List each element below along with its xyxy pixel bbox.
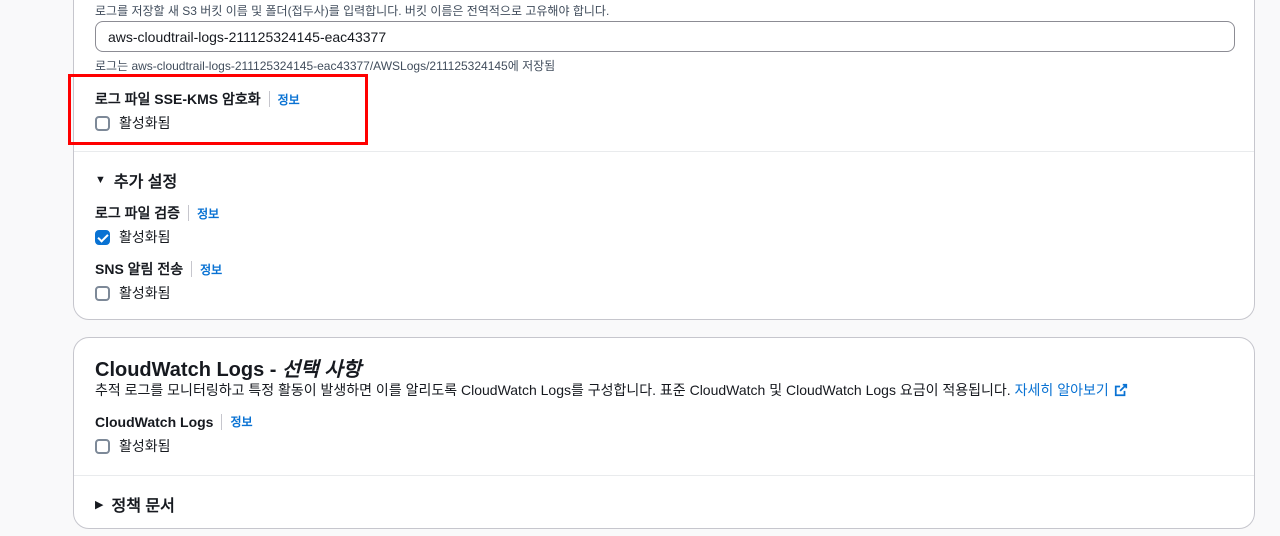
sns-label: SNS 알림 전송 bbox=[95, 261, 184, 277]
policy-document-label: 정책 문서 bbox=[111, 498, 175, 515]
cloudwatch-checkbox[interactable] bbox=[95, 438, 110, 454]
label-separator bbox=[191, 261, 193, 277]
sns-checkbox-label: 활성화됨 bbox=[119, 285, 171, 301]
cloudwatch-checkbox-label: 활성화됨 bbox=[119, 438, 171, 454]
cloudwatch-logs-panel: CloudWatch Logs - 선택 사항 추적 로그를 모니터링하고 특정… bbox=[73, 337, 1255, 529]
sns-checkbox[interactable] bbox=[95, 285, 110, 301]
bucket-name-hint: 로그를 저장할 새 S3 버킷 이름 및 폴더(접두사)를 입력합니다. 버킷 … bbox=[95, 4, 610, 18]
cloudwatch-label-row: CloudWatch Logs 정보 bbox=[95, 413, 253, 430]
log-validation-label-row: 로그 파일 검증 정보 bbox=[95, 203, 219, 223]
log-validation-checkbox-label: 활성화됨 bbox=[119, 229, 171, 245]
sns-label-row: SNS 알림 전송 정보 bbox=[95, 259, 222, 279]
title-dash: - bbox=[264, 359, 283, 381]
bucket-path-hint: 로그는 aws-cloudtrail-logs-211125324145-eac… bbox=[95, 59, 556, 73]
cloudwatch-info-link[interactable]: 정보 bbox=[230, 413, 252, 430]
cloudwatch-title-text: CloudWatch Logs bbox=[95, 359, 265, 381]
log-validation-checkbox-row[interactable]: 활성화됨 bbox=[95, 227, 171, 247]
learn-more-label: 자세히 알아보기 bbox=[1014, 382, 1109, 398]
additional-settings-toggle[interactable]: ▼ 추가 설정 bbox=[95, 168, 177, 192]
cloudwatch-description-row: 추적 로그를 모니터링하고 특정 활동이 발생하면 이를 알리도록 CloudW… bbox=[95, 380, 1128, 400]
caret-right-icon: ▶ bbox=[95, 498, 104, 511]
cloudwatch-title: CloudWatch Logs - 선택 사항 bbox=[95, 353, 361, 382]
sns-info-link[interactable]: 정보 bbox=[200, 261, 222, 278]
log-validation-info-link[interactable]: 정보 bbox=[197, 205, 219, 222]
label-separator bbox=[221, 413, 223, 430]
policy-document-toggle[interactable]: ▶ 정책 문서 bbox=[95, 492, 175, 516]
cloudwatch-description: 추적 로그를 모니터링하고 특정 활동이 발생하면 이를 알리도록 CloudW… bbox=[95, 382, 1011, 398]
caret-down-icon: ▼ bbox=[95, 174, 106, 186]
section-divider bbox=[74, 475, 1254, 476]
log-validation-label: 로그 파일 검증 bbox=[95, 205, 181, 221]
highlight-box bbox=[68, 74, 368, 145]
external-link-icon bbox=[1114, 383, 1127, 397]
section-divider bbox=[74, 151, 1254, 152]
sns-checkbox-row[interactable]: 활성화됨 bbox=[95, 283, 171, 303]
storage-settings-panel: 로그를 저장할 새 S3 버킷 이름 및 폴더(접두사)를 입력합니다. 버킷 … bbox=[73, 0, 1255, 320]
cloudwatch-title-optional: 선택 사항 bbox=[282, 359, 362, 381]
log-validation-checkbox[interactable] bbox=[95, 229, 110, 245]
cloudwatch-field-label: CloudWatch Logs bbox=[95, 413, 214, 430]
label-separator bbox=[188, 205, 190, 221]
learn-more-link[interactable]: 자세히 알아보기 bbox=[1015, 380, 1128, 400]
cloudwatch-checkbox-row[interactable]: 활성화됨 bbox=[95, 436, 171, 456]
bucket-name-input[interactable] bbox=[95, 21, 1235, 52]
additional-settings-label: 추가 설정 bbox=[113, 174, 178, 191]
